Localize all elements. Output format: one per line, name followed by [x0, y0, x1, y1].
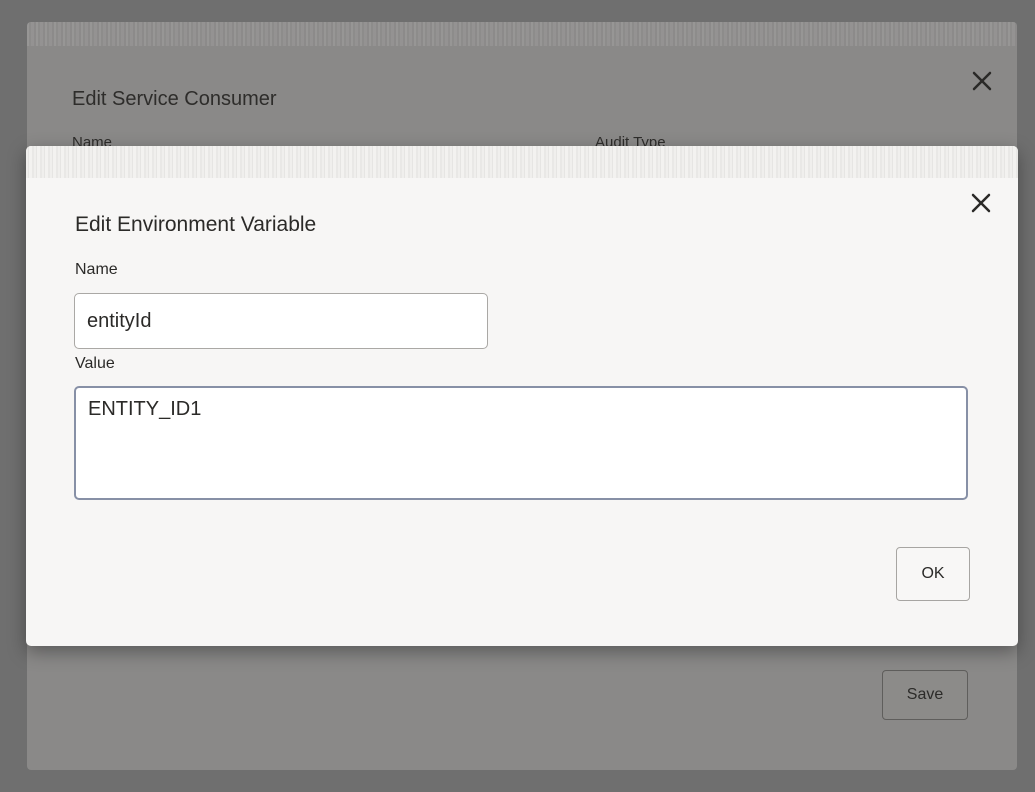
value-label: Value: [75, 355, 115, 372]
name-input[interactable]: [74, 293, 488, 349]
name-label: Name: [75, 261, 118, 278]
value-textarea[interactable]: ENTITY_ID1: [74, 386, 968, 500]
close-icon[interactable]: [966, 188, 996, 218]
close-icon[interactable]: [967, 66, 997, 96]
save-button[interactable]: Save: [882, 670, 968, 720]
dialog-header-texture: [27, 22, 1017, 46]
outer-dialog-title: Edit Service Consumer: [72, 88, 277, 110]
edit-environment-variable-dialog: Edit Environment Variable Name Value ENT…: [26, 146, 1018, 646]
ok-button[interactable]: OK: [896, 547, 970, 601]
inner-dialog-title: Edit Environment Variable: [75, 213, 317, 236]
dialog-header-texture: [26, 146, 1018, 178]
